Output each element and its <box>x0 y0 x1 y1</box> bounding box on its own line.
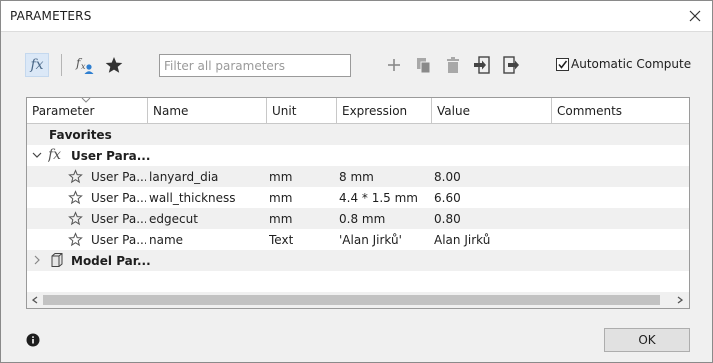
star-icon <box>105 57 123 73</box>
delete-icon <box>447 57 459 73</box>
table-row[interactable]: User Pa... name Text 'Alan Jirků' Alan J… <box>27 229 689 250</box>
value-cell: 0.80 <box>434 212 461 226</box>
unit-cell[interactable]: Text <box>269 233 293 247</box>
value-cell: 8.00 <box>434 170 461 184</box>
model-body-icon <box>51 253 63 267</box>
column-header-label: Unit <box>272 104 297 118</box>
model-parameters-group-label: Model Par... <box>71 254 151 268</box>
title-bar: PARAMETERS <box>1 1 712 32</box>
scrollbar-thumb[interactable] <box>43 295 660 305</box>
chevron-left-icon <box>32 296 38 304</box>
model-parameters-group-row[interactable]: Model Par... <box>27 250 689 271</box>
star-outline-icon[interactable] <box>68 190 83 205</box>
toolbar: fx f x Filter all parameters Automatic C… <box>1 51 712 81</box>
close-button[interactable] <box>684 5 706 27</box>
star-outline-icon[interactable] <box>68 169 83 184</box>
expression-cell[interactable]: 4.4 * 1.5 mm <box>339 191 418 205</box>
table-row[interactable]: User Pa... edgecut mm 0.8 mm 0.80 <box>27 208 689 229</box>
column-header-label: Comments <box>557 104 623 118</box>
user-parameters-group-label: User Para... <box>71 149 151 163</box>
name-cell[interactable]: edgecut <box>149 212 198 226</box>
import-button[interactable] <box>470 53 494 77</box>
column-header-label: Expression <box>342 104 408 118</box>
favorites-button[interactable] <box>102 53 126 77</box>
name-cell[interactable]: lanyard_dia <box>149 170 218 184</box>
user-parameters-group-row[interactable]: fx User Para... <box>27 145 689 166</box>
star-outline-icon[interactable] <box>68 232 83 247</box>
sort-caret-icon <box>81 98 91 103</box>
fx-icon: fx <box>48 147 62 163</box>
automatic-compute-checkbox[interactable] <box>556 57 569 71</box>
parameter-cell: User Pa... <box>91 170 146 184</box>
column-header-label: Name <box>153 104 189 118</box>
chevron-right-icon <box>677 296 683 304</box>
automatic-compute-toggle[interactable]: Automatic Compute <box>556 57 691 71</box>
value-cell: Alan Jirků <box>434 233 491 247</box>
parameters-dialog: PARAMETERS fx f x Filter all parameters … <box>0 0 713 363</box>
copy-icon <box>417 58 431 74</box>
expression-cell[interactable]: 0.8 mm <box>339 212 385 226</box>
column-header-value[interactable]: Value <box>432 98 552 123</box>
export-icon <box>503 56 519 74</box>
favorites-label: Favorites <box>49 128 112 142</box>
info-circle-icon <box>26 333 40 347</box>
delete-parameter-button[interactable] <box>441 53 465 77</box>
unit-cell[interactable]: mm <box>269 212 292 226</box>
column-header-label: Value <box>437 104 470 118</box>
expression-cell[interactable]: 8 mm <box>339 170 374 184</box>
column-header-label: Parameter <box>32 104 95 118</box>
export-button[interactable] <box>499 53 523 77</box>
import-icon <box>474 56 490 74</box>
unit-cell[interactable]: mm <box>269 170 292 184</box>
column-header-comments[interactable]: Comments <box>552 98 689 123</box>
svg-text:x: x <box>81 62 86 71</box>
automatic-compute-label: Automatic Compute <box>571 57 692 71</box>
column-header-unit[interactable]: Unit <box>267 98 337 123</box>
checkmark-icon <box>558 60 568 69</box>
name-cell[interactable]: wall_thickness <box>149 191 236 205</box>
name-cell[interactable]: name <box>149 233 183 247</box>
favorites-row[interactable]: Favorites <box>27 124 689 145</box>
close-icon <box>689 10 701 22</box>
table-row[interactable]: User Pa... wall_thickness mm 4.4 * 1.5 m… <box>27 187 689 208</box>
ok-button[interactable]: OK <box>604 328 690 352</box>
window-title: PARAMETERS <box>10 9 92 23</box>
parameters-table: Parameter Name Unit Expression Value Com… <box>26 97 690 309</box>
parameter-cell: User Pa... <box>91 191 146 205</box>
user-parameters-button[interactable]: f x <box>73 53 97 77</box>
chevron-down-icon[interactable] <box>32 151 42 159</box>
value-cell: 6.60 <box>434 191 461 205</box>
filter-input[interactable] <box>159 54 351 77</box>
toolbar-separator <box>61 54 62 76</box>
parameter-cell: User Pa... <box>91 212 146 226</box>
unit-cell[interactable]: mm <box>269 191 292 205</box>
info-icon[interactable] <box>26 333 40 347</box>
add-parameter-button[interactable] <box>382 53 406 77</box>
chevron-right-icon[interactable] <box>33 255 41 265</box>
user-parameter-icon: f x <box>75 56 94 74</box>
star-outline-icon[interactable] <box>68 211 83 226</box>
add-icon <box>388 59 400 71</box>
column-header-expression[interactable]: Expression <box>337 98 432 123</box>
horizontal-scrollbar[interactable] <box>27 292 689 308</box>
scroll-right-button[interactable] <box>674 295 686 305</box>
column-header-name[interactable]: Name <box>148 98 267 123</box>
scroll-left-button[interactable] <box>29 295 41 305</box>
copy-parameter-button[interactable] <box>412 53 436 77</box>
fx-button[interactable]: fx <box>25 53 49 77</box>
parameter-cell: User Pa... <box>91 233 146 247</box>
table-row[interactable]: User Pa... lanyard_dia mm 8 mm 8.00 <box>27 166 689 187</box>
fx-icon: fx <box>30 57 44 73</box>
table-header: Parameter Name Unit Expression Value Com… <box>27 98 689 124</box>
column-header-parameter[interactable]: Parameter <box>27 98 148 123</box>
expression-cell[interactable]: 'Alan Jirků' <box>339 233 402 247</box>
